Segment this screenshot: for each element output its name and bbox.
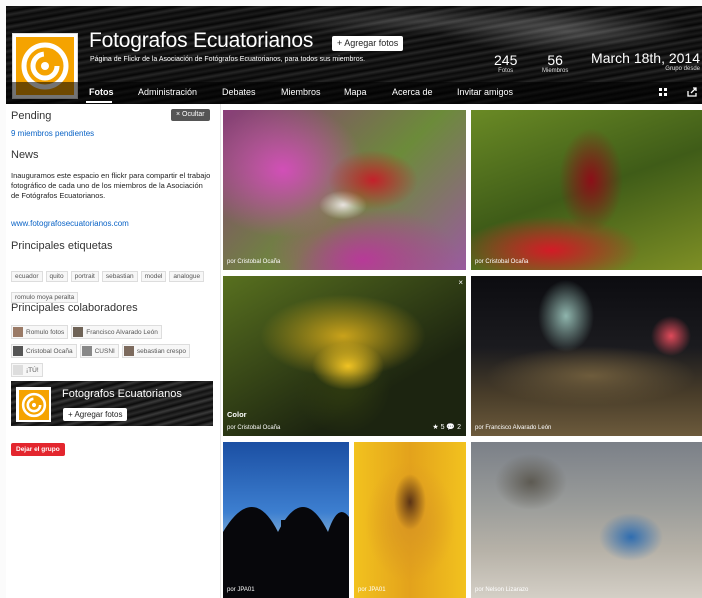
nav-invitar-amigos[interactable]: Invitar amigos: [457, 87, 513, 97]
photo-caption: por Cristobal Ocaña: [227, 425, 281, 431]
photo-tile[interactable]: por JPA01: [354, 442, 466, 598]
collaborators-heading: Principales colaboradores: [11, 302, 138, 314]
collaborator-item[interactable]: ¡TÚ!: [11, 363, 43, 377]
photo-caption: por JPA01: [358, 587, 386, 593]
tag[interactable]: sebastian: [101, 271, 138, 282]
nav-administracion[interactable]: Administración: [138, 87, 197, 97]
collaborators-list: Romulo fotos Francisco Alvarado León Crist…: [11, 324, 216, 381]
group-since-date: March 18th, 2014: [591, 50, 700, 66]
group-title: Fotografos Ecuatorianos: [89, 29, 314, 52]
tag[interactable]: quito: [45, 271, 68, 282]
nav-acerca-de[interactable]: Acerca de: [392, 87, 433, 97]
nav-miembros[interactable]: Miembros: [281, 87, 321, 97]
collaborator-name: Romulo fotos: [26, 328, 65, 336]
pending-heading: Pending: [11, 110, 52, 122]
collaborator-name: Cristobal Ocaña: [26, 347, 73, 355]
collaborator-item[interactable]: Francisco Alvarado León: [71, 325, 162, 339]
leave-group-button[interactable]: Dejar el grupo: [11, 443, 65, 456]
tag[interactable]: ecuador: [11, 271, 43, 282]
members-stat[interactable]: 56 Miembros: [542, 52, 568, 74]
sidebar: Pending × Ocultar 9 miembros pendientes …: [6, 104, 221, 598]
nav-fotos[interactable]: Fotos: [89, 87, 114, 97]
group-header: Fotografos Ecuatorianos + Agregar fotos …: [6, 6, 702, 104]
group-since-label: Grupo desde: [665, 66, 700, 72]
collaborator-item[interactable]: sebastian crespo: [121, 344, 190, 358]
group-since-stat: March 18th, 2014 Grupo desde: [591, 50, 700, 72]
grid-icon[interactable]: [657, 86, 669, 98]
add-photos-button[interactable]: + Agregar fotos: [332, 36, 404, 51]
avatar: [123, 346, 134, 356]
group-description: Página de Flickr de la Asociación de Fot…: [90, 56, 366, 63]
arches-silhouette: [223, 507, 349, 598]
avatar: [13, 346, 23, 356]
photo-tile[interactable]: por Nelson Lizarazo: [471, 442, 702, 598]
avatar: [13, 365, 23, 375]
collaborator-name: sebastian crespo: [136, 347, 186, 355]
promo-logo: [16, 387, 51, 422]
close-icon[interactable]: ×: [458, 278, 463, 287]
promo-title: Fotografos Ecuatorianos: [62, 388, 182, 400]
tag[interactable]: analogue: [169, 271, 205, 282]
group-promo-card: Fotografos Ecuatorianos + Agregar fotos: [11, 381, 213, 426]
news-text: Inauguramos este espacio en flickr para …: [11, 171, 211, 200]
photo-caption: por Francisco Alvarado León: [475, 425, 552, 431]
photo-caption: por Cristobal Ocaña: [227, 259, 281, 265]
photo-tile[interactable]: por Cristobal Ocaña: [471, 110, 702, 270]
collaborator-item[interactable]: Romulo fotos: [11, 325, 69, 339]
website-link[interactable]: www.fotografosecuatorianos.com: [11, 219, 129, 228]
collaborator-name: CUSNI: [94, 347, 115, 355]
tag[interactable]: portrait: [70, 271, 99, 282]
collaborator-item[interactable]: Cristobal Ocaña: [11, 344, 77, 358]
photos-label: Fotos: [498, 68, 514, 74]
avatar: [81, 346, 92, 356]
photo-tile[interactable]: × Color por Cristobal Ocaña ★ 5 💬 2: [223, 276, 466, 436]
fotografos-logo-icon: [18, 389, 49, 420]
photo-tile[interactable]: por JPA01: [223, 442, 349, 598]
photo-caption: por JPA01: [227, 587, 255, 593]
photo-stats[interactable]: ★ 5 💬 2: [432, 423, 461, 431]
photo-caption: por Nelson Lizarazo: [475, 587, 529, 593]
pending-members-link[interactable]: 9 miembros pendientes: [11, 129, 94, 138]
promo-add-photos-button[interactable]: + Agregar fotos: [63, 408, 128, 421]
photos-count: 245: [494, 52, 518, 68]
collaborator-name: Francisco Alvarado León: [86, 328, 158, 336]
hide-button[interactable]: × Ocultar: [171, 109, 210, 121]
flickr-group-page: Fotografos Ecuatorianos + Agregar fotos …: [6, 6, 702, 598]
avatar: [13, 327, 23, 337]
members-count: 56: [547, 52, 563, 68]
news-heading: News: [11, 149, 39, 161]
avatar: [73, 327, 84, 337]
photo-title: Color: [227, 410, 247, 419]
photo-caption: por Cristobal Ocaña: [475, 259, 529, 265]
share-icon[interactable]: [686, 86, 698, 98]
collaborator-item[interactable]: CUSNI: [79, 344, 119, 358]
members-label: Miembros: [542, 68, 569, 74]
photo-tile[interactable]: por Francisco Alvarado León: [471, 276, 702, 436]
tags-list: ecuador quito portrait sebastian model analog…: [11, 265, 216, 307]
photo-tile[interactable]: por Cristobal Ocaña: [223, 110, 466, 270]
nav-debates[interactable]: Debates: [222, 87, 256, 97]
photos-stat[interactable]: 245 Fotos: [494, 52, 517, 74]
collaborator-name: ¡TÚ!: [26, 366, 39, 374]
nav-mapa[interactable]: Mapa: [344, 87, 367, 97]
tag[interactable]: model: [140, 271, 167, 282]
tags-heading: Principales etiquetas: [11, 240, 113, 252]
group-nav: Fotos Administración Debates Miembros Ma…: [6, 82, 702, 104]
nav-active-indicator: [86, 101, 112, 103]
